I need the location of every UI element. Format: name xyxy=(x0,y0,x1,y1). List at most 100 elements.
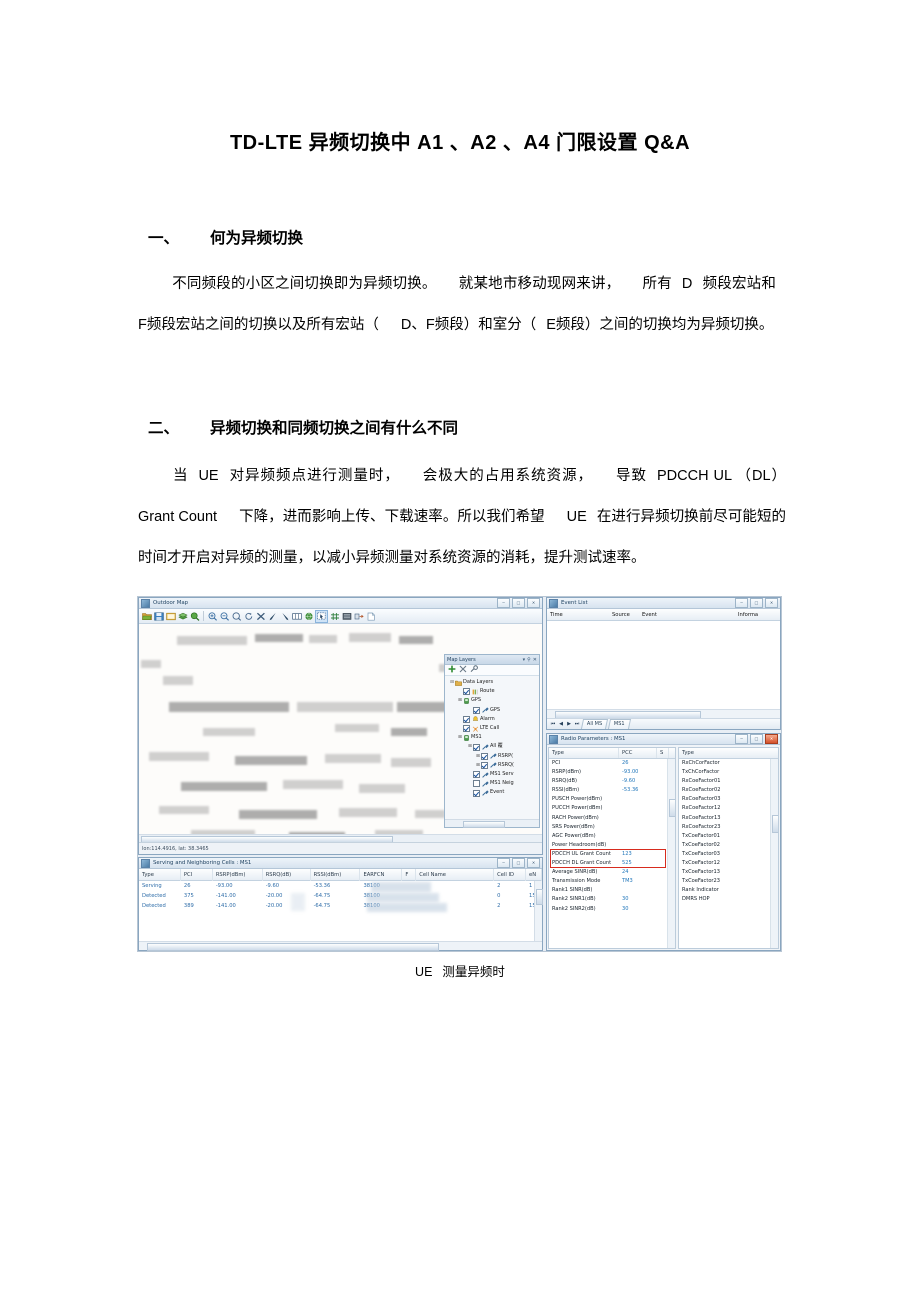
col-f[interactable]: F xyxy=(402,868,417,881)
cells-vertical-scrollbar[interactable] xyxy=(534,881,543,942)
layer-checkbox[interactable] xyxy=(481,752,488,760)
layers-icon[interactable] xyxy=(177,611,188,622)
col-cell-id[interactable]: Cell ID xyxy=(494,868,527,881)
col-pci[interactable]: PCI xyxy=(181,868,213,881)
layer-tree-item-ms1-neig[interactable]: MS1 Neig xyxy=(447,779,539,788)
legend-icon[interactable] xyxy=(291,611,302,622)
layer-checkbox[interactable] xyxy=(463,725,470,733)
col-cell-name[interactable]: Cell Name xyxy=(416,868,495,881)
minimize-button[interactable]: − xyxy=(497,858,510,868)
add-icon[interactable] xyxy=(448,665,456,675)
layer-tree-item-event[interactable]: Event xyxy=(447,788,539,797)
save-icon[interactable] xyxy=(153,611,164,622)
layer-tree-item-all[interactable]: ⊞ All 覆 xyxy=(447,742,539,751)
radio-parameters-right-pane[interactable]: Type RxChCorFactor TxChCorFactor RxCoeFa… xyxy=(678,747,779,949)
cells-horizontal-scrollbar[interactable] xyxy=(139,941,542,951)
maximize-button[interactable]: □ xyxy=(750,734,763,744)
map-horizontal-scrollbar[interactable] xyxy=(139,834,542,843)
layer-tree-item-ms1[interactable]: ⊞ MS1 xyxy=(447,733,539,742)
pin-icon[interactable]: ⚲ xyxy=(527,657,531,663)
layer-tree-item-data-layers[interactable]: ⊟ Data Layers xyxy=(447,678,539,687)
last-record-button[interactable]: ⏭ xyxy=(574,721,580,727)
layer-tree-item-lte-call[interactable]: LTE Call xyxy=(447,724,539,733)
col-type[interactable]: Type xyxy=(549,748,619,758)
zoom-in-icon[interactable] xyxy=(207,611,218,622)
layer-tree-item-rsrq[interactable]: ⊞ RSRQ( xyxy=(447,761,539,770)
map-viewport[interactable]: lon:114.4916, lat: 38.3465 Map Layers ▾ … xyxy=(139,624,542,854)
close-icon[interactable]: ✕ xyxy=(533,657,537,663)
rp-left-scrollbar[interactable] xyxy=(667,759,675,948)
remove-icon[interactable] xyxy=(459,665,467,675)
col-information[interactable]: Informa xyxy=(735,609,775,621)
event-list-grid[interactable]: Time Source Event Informa ⏮ ◀ ▶ ⏭ All MS… xyxy=(547,609,780,729)
col-rsrq[interactable]: RSRQ(dB) xyxy=(263,868,311,881)
refresh-icon[interactable] xyxy=(243,611,254,622)
layer-checkbox[interactable] xyxy=(473,789,480,797)
measure-icon[interactable] xyxy=(353,611,364,622)
layer-checkbox[interactable] xyxy=(473,706,480,714)
rp-right-scroll-thumb[interactable] xyxy=(772,815,778,833)
rp-left-scroll-thumb[interactable] xyxy=(669,799,675,817)
rp-left-rows[interactable]: PCI 26 RSRP(dBm) -93.00 RSRQ(dB) -9.60 RSSI… xyxy=(549,759,675,914)
map-layers-tree[interactable]: ⊟ Data Layers Route ⊞ GPS GPS Alarm LTE Call ⊞ MS… xyxy=(445,676,539,798)
close-button[interactable]: ✕ xyxy=(765,598,778,608)
layer-checkbox[interactable] xyxy=(481,761,488,769)
globe-icon[interactable] xyxy=(303,611,314,622)
cells-body[interactable]: Serving 26 -93.00 -9.60 -53.36 38100 2 1… xyxy=(139,881,542,911)
layer-tree-item-gps[interactable]: GPS xyxy=(447,706,539,715)
minimize-button[interactable]: − xyxy=(735,598,748,608)
layer-tree-item-gps[interactable]: ⊞ GPS xyxy=(447,696,539,705)
cells-vscroll-thumb[interactable] xyxy=(536,889,543,905)
map-layers-scroll-thumb[interactable] xyxy=(463,821,505,828)
layer-checkbox[interactable] xyxy=(463,688,470,696)
rp-right-scrollbar[interactable] xyxy=(770,759,778,948)
layer-tree-item-route[interactable]: Route xyxy=(447,687,539,696)
col-rssi[interactable]: RSSI(dBm) xyxy=(311,868,361,881)
table-row[interactable]: Serving 26 -93.00 -9.60 -53.36 38100 2 1 xyxy=(139,881,542,891)
chevron-down-icon[interactable]: ▾ xyxy=(523,657,526,663)
event-list-body[interactable] xyxy=(547,621,780,701)
previous-record-button[interactable]: ◀ xyxy=(558,721,564,727)
layer-tree-item-alarm[interactable]: Alarm xyxy=(447,715,539,724)
fill-icon[interactable] xyxy=(341,611,352,622)
first-record-button[interactable]: ⏮ xyxy=(550,721,556,727)
properties-icon[interactable] xyxy=(470,665,479,675)
next-record-button[interactable]: ▶ xyxy=(566,721,572,727)
close-x-icon[interactable] xyxy=(255,611,266,622)
maximize-button[interactable]: □ xyxy=(750,598,763,608)
open-folder-icon[interactable] xyxy=(141,611,152,622)
minimize-button[interactable]: − xyxy=(497,598,510,608)
col-event[interactable]: Event xyxy=(639,609,735,621)
rectangle-icon[interactable] xyxy=(165,611,176,622)
col-type[interactable]: Type xyxy=(139,868,181,881)
minimize-button[interactable]: − xyxy=(735,734,748,744)
zoom-area-icon[interactable] xyxy=(231,611,242,622)
select-icon[interactable] xyxy=(315,609,328,623)
pointer-down-icon[interactable] xyxy=(279,611,290,622)
layer-checkbox[interactable] xyxy=(463,715,470,723)
cells-grid[interactable]: Type PCI RSRP(dBm) RSRQ(dB) RSSI(dBm) EA… xyxy=(139,868,543,951)
maximize-button[interactable]: □ xyxy=(512,858,525,868)
col-enb[interactable]: eN xyxy=(526,868,542,881)
rp-right-rows[interactable]: RxChCorFactor TxChCorFactor RxCoeFactor0… xyxy=(679,759,778,905)
col-rsrp[interactable]: RSRP(dBm) xyxy=(213,868,263,881)
event-list-horizontal-scrollbar[interactable] xyxy=(547,709,780,719)
zoom-out-icon[interactable] xyxy=(219,611,230,622)
layer-tree-item-rsrp[interactable]: ⊞ RSRP( xyxy=(447,752,539,761)
close-button[interactable]: ✕ xyxy=(527,858,540,868)
radio-parameters-left-pane[interactable]: Type PCC S PCI 26 RSRP(dBm) -93.00 RSRQ(dB… xyxy=(548,747,676,949)
tab-ms1[interactable]: MS1 xyxy=(608,719,632,729)
table-row[interactable]: Detected 375 -141.00 -20.00 -64.75 38100… xyxy=(139,891,542,901)
col-earfcn[interactable]: EARFCN xyxy=(360,868,403,881)
table-row[interactable]: Detected 389 -141.00 -20.00 -64.75 38100… xyxy=(139,901,542,911)
close-button[interactable]: ✕ xyxy=(527,598,540,608)
layer-checkbox[interactable] xyxy=(473,743,480,751)
col-s[interactable]: S xyxy=(657,748,669,758)
grid-icon[interactable] xyxy=(329,611,340,622)
close-button[interactable]: ✕ xyxy=(765,734,778,744)
col-source[interactable]: Source xyxy=(609,609,639,621)
cells-hscroll-thumb[interactable] xyxy=(147,943,440,951)
layer-checkbox[interactable] xyxy=(473,771,480,779)
maximize-button[interactable]: □ xyxy=(512,598,525,608)
layer-checkbox[interactable] xyxy=(473,780,480,788)
